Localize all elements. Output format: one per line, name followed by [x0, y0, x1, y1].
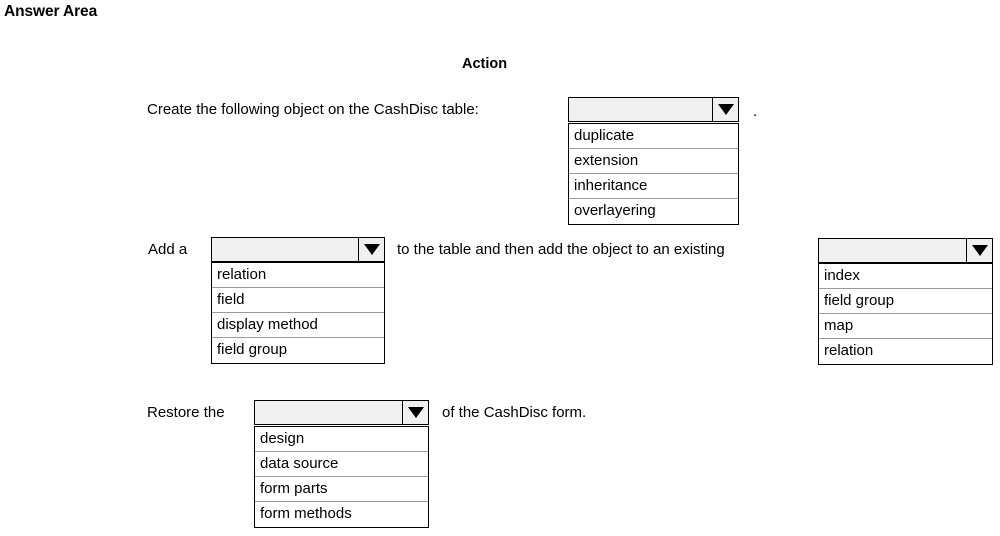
table-element-dropdown-value	[212, 238, 358, 261]
list-item[interactable]: map	[819, 314, 992, 339]
row2-text-middle: to the table and then add the object to …	[397, 241, 725, 258]
chevron-down-icon[interactable]	[402, 401, 428, 424]
page-title: Answer Area	[4, 3, 98, 20]
list-item[interactable]: data source	[255, 452, 428, 477]
table-element-dropdown[interactable]	[211, 237, 385, 262]
chevron-down-icon[interactable]	[966, 239, 992, 262]
object-type-dropdown[interactable]	[568, 97, 739, 122]
chevron-down-icon[interactable]	[358, 238, 384, 261]
list-item[interactable]: index	[819, 264, 992, 289]
list-item[interactable]: inheritance	[569, 174, 738, 199]
existing-object-dropdown-options[interactable]: index field group map relation	[818, 263, 993, 365]
list-item[interactable]: form methods	[255, 502, 428, 527]
object-type-dropdown-value	[569, 98, 712, 121]
list-item[interactable]: form parts	[255, 477, 428, 502]
list-item[interactable]: relation	[819, 339, 992, 364]
existing-object-dropdown-value	[819, 239, 966, 262]
list-item[interactable]: field group	[819, 289, 992, 314]
list-item[interactable]: design	[255, 427, 428, 452]
row3-text-after: of the CashDisc form.	[442, 404, 587, 421]
form-part-dropdown-options[interactable]: design data source form parts form metho…	[254, 426, 429, 528]
form-part-dropdown-value	[255, 401, 402, 424]
existing-object-dropdown[interactable]	[818, 238, 993, 263]
list-item[interactable]: relation	[212, 263, 384, 288]
list-item[interactable]: overlayering	[569, 199, 738, 224]
object-type-dropdown-options[interactable]: duplicate extension inheritance overlaye…	[568, 123, 739, 225]
form-part-dropdown[interactable]	[254, 400, 429, 425]
row1-text-after: .	[753, 103, 758, 120]
list-item[interactable]: duplicate	[569, 124, 738, 149]
list-item[interactable]: field group	[212, 338, 384, 363]
table-element-dropdown-options[interactable]: relation field display method field grou…	[211, 262, 385, 364]
chevron-down-icon[interactable]	[712, 98, 738, 121]
list-item[interactable]: display method	[212, 313, 384, 338]
list-item[interactable]: extension	[569, 149, 738, 174]
row2-text-before: Add a	[148, 241, 188, 258]
column-header-action: Action	[462, 56, 508, 72]
row1-text-before: Create the following object on the CashD…	[147, 101, 479, 118]
row3-text-before: Restore the	[147, 404, 225, 421]
list-item[interactable]: field	[212, 288, 384, 313]
